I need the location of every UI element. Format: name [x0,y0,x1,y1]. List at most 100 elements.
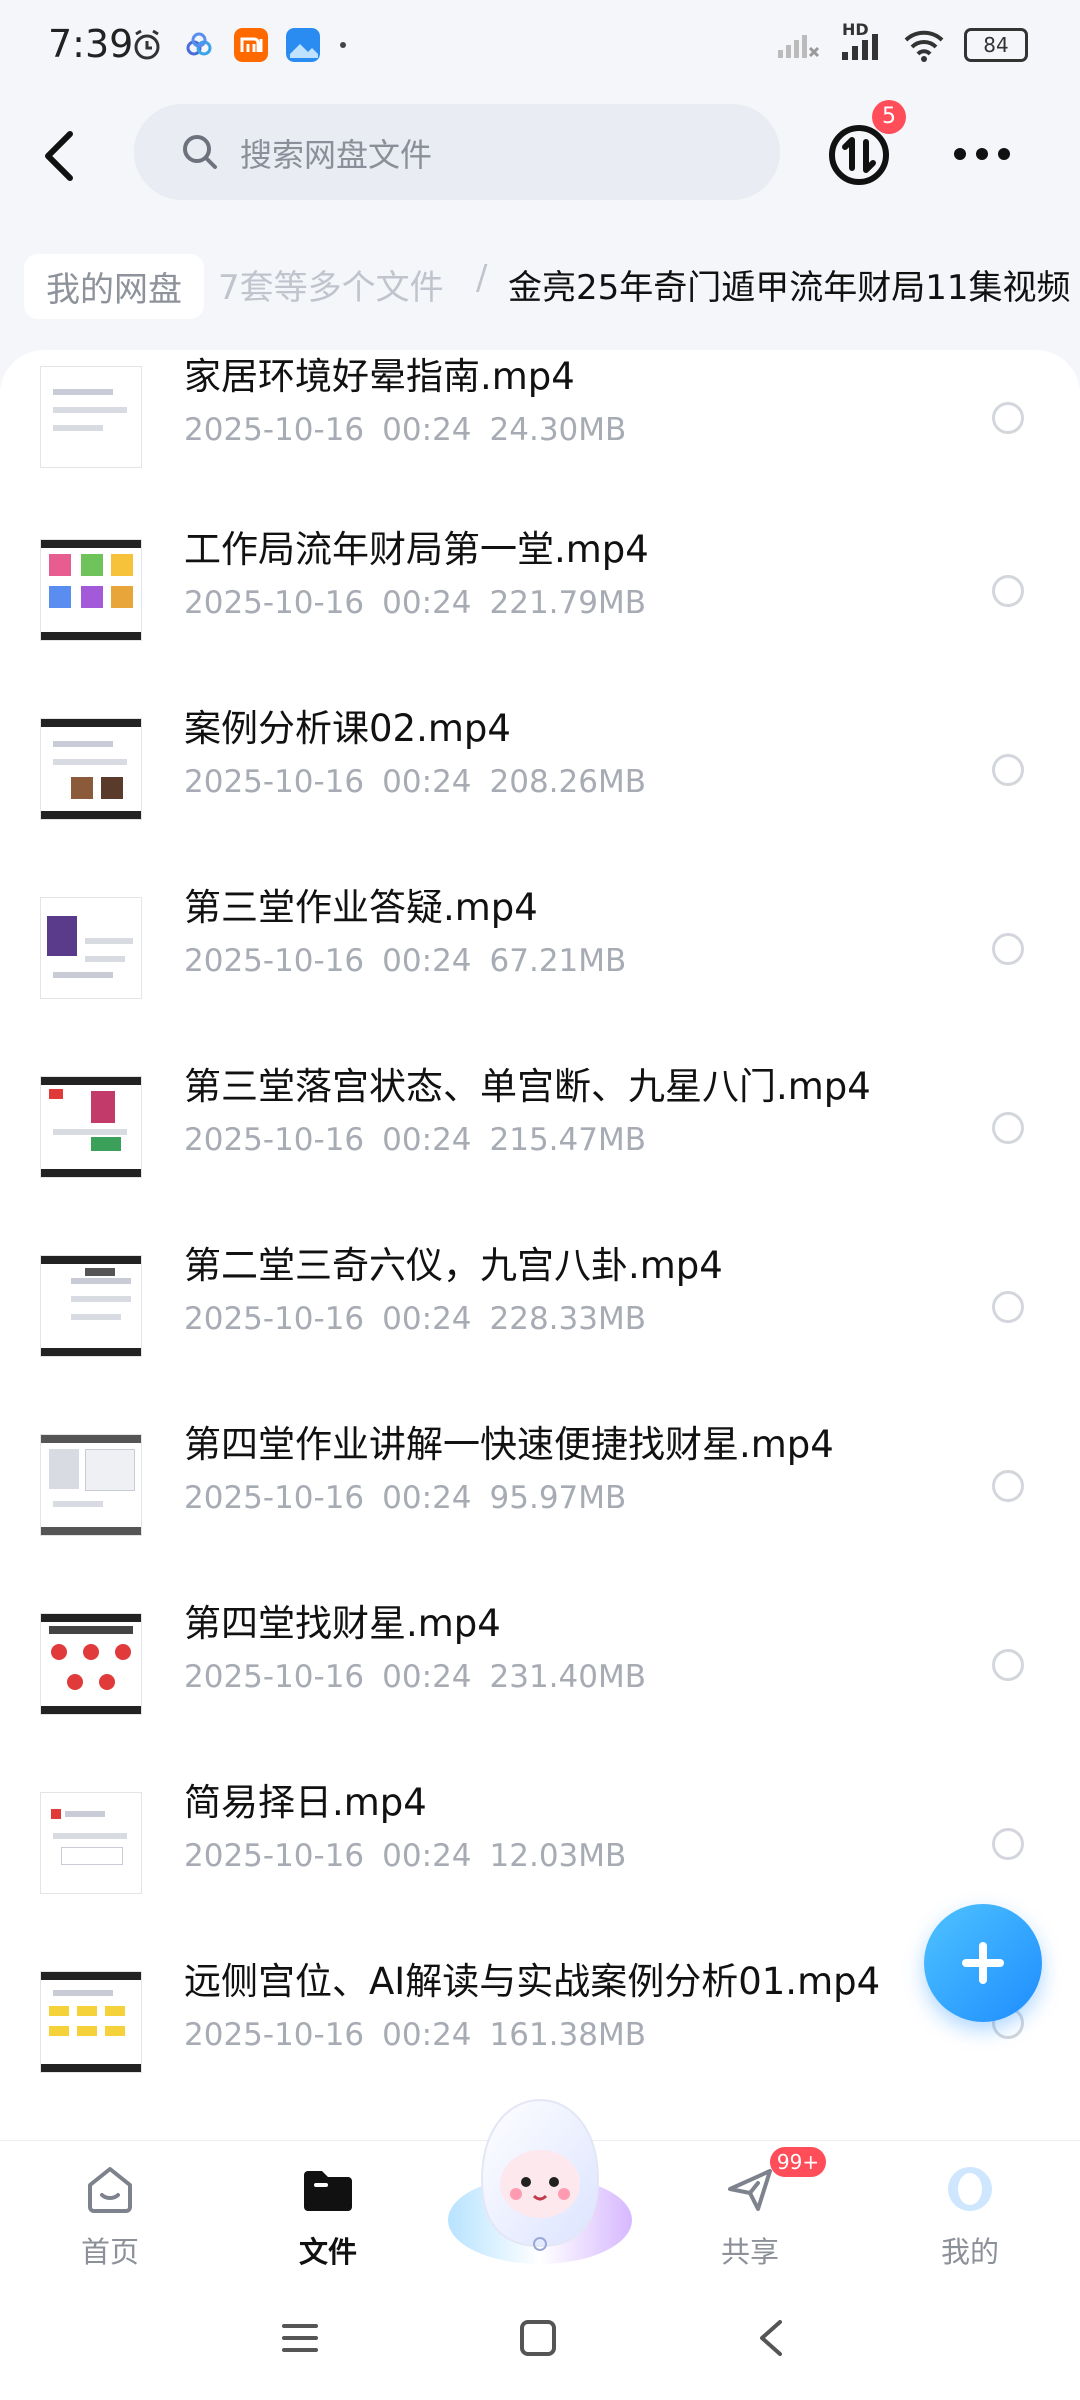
file-size: 67.21MB [489,943,627,979]
breadcrumb-root[interactable]: 我的网盘 [24,254,204,319]
nav-home-label: 首页 [80,2235,139,2269]
file-time: 00:24 [382,412,472,448]
nav-home[interactable]: 首页 [40,2153,180,2273]
file-time: 00:24 [382,1480,472,1516]
search-input[interactable]: 搜索网盘文件 [134,104,780,200]
file-row[interactable]: 第二堂三奇六仪，九宫八卦.mp4 2025-10-16 00:24 228.33MB [0,1215,1080,1394]
nav-mine[interactable]: 我的 [900,2153,1040,2273]
file-row[interactable]: 简易择日.mp4 2025-10-16 00:24 12.03MB [0,1752,1080,1931]
select-radio[interactable] [992,1828,1024,1860]
nav-files[interactable]: 文件 [258,2153,398,2273]
file-name: 简易择日.mp4 [184,1781,427,1824]
top-bar: 搜索网盘文件 5 [0,100,1080,210]
signal-muted-icon [778,35,820,58]
file-time: 00:24 [382,1122,472,1158]
file-meta: 2025-10-16 00:24 24.30MB [184,412,644,448]
file-row[interactable]: 案例分析课02.mp4 2025-10-16 00:24 208.26MB [0,678,1080,857]
file-row[interactable]: 第四堂作业讲解一快速便捷找财星.mp4 2025-10-16 00:24 95.97… [0,1394,1080,1573]
file-name: 第四堂作业讲解一快速便捷找财星.mp4 [184,1423,834,1466]
file-time: 00:24 [382,943,472,979]
file-thumbnail [40,1434,142,1536]
breadcrumb-separator: / [476,258,488,298]
transfer-list-button[interactable]: 5 [826,100,906,188]
file-meta: 2025-10-16 00:24 221.79MB [184,585,664,621]
file-thumbnail [40,366,142,468]
file-size: 231.40MB [489,1659,646,1695]
share-badge: 99+ [770,2147,826,2177]
file-name: 案例分析课02.mp4 [184,707,511,750]
file-meta: 2025-10-16 00:24 228.33MB [184,1301,664,1337]
status-left-icons [130,28,348,62]
breadcrumb: 7套等多个文件 我的网盘 / 金亮25年奇门遁甲流年财局11集视频 [0,240,1080,330]
select-radio[interactable] [992,933,1024,965]
file-meta: 2025-10-16 00:24 12.03MB [184,1838,644,1874]
nav-files-label: 文件 [298,2235,357,2269]
profile-icon [948,2167,992,2211]
nav-share[interactable]: 99+ 共享 [680,2147,826,2273]
breadcrumb-current: 金亮25年奇门遁甲流年财局11集视频 [508,268,1071,308]
cloud-app-icon [186,32,212,56]
nav-mine-label: 我的 [940,2235,999,2269]
select-radio[interactable] [992,754,1024,786]
file-meta: 2025-10-16 00:24 208.26MB [184,764,664,800]
add-button[interactable] [924,1904,1042,2022]
file-name: 远侧宫位、AI解读与实战案例分析01.mp4 [184,1960,881,2003]
file-date: 2025-10-16 [184,1838,365,1874]
file-thumbnail [40,1613,142,1715]
file-time: 00:24 [382,585,472,621]
file-meta: 2025-10-16 00:24 215.47MB [184,1122,664,1158]
select-radio[interactable] [992,1470,1024,1502]
file-size: 12.03MB [489,1838,627,1874]
select-radio[interactable] [992,1291,1024,1323]
select-radio[interactable] [992,402,1024,434]
file-meta: 2025-10-16 00:24 161.38MB [184,2017,664,2053]
file-thumbnail [40,1076,142,1178]
file-row[interactable]: 第四堂找财星.mp4 2025-10-16 00:24 231.40MB [0,1573,1080,1752]
back-triangle-icon[interactable] [752,2318,792,2358]
file-date: 2025-10-16 [184,1659,365,1695]
search-placeholder: 搜索网盘文件 [240,136,433,174]
select-radio[interactable] [992,1649,1024,1681]
file-row[interactable]: 第三堂作业答疑.mp4 2025-10-16 00:24 67.21MB [0,857,1080,1036]
file-row[interactable]: 第三堂落宫状态、单宫断、九星八门.mp4 2025-10-16 00:24 215.… [0,1036,1080,1215]
notification-dot-icon [340,42,346,48]
file-row[interactable]: 工作局流年财局第一堂.mp4 2025-10-16 00:24 221.79MB [0,499,1080,678]
file-thumbnail [40,1255,142,1357]
gallery-app-icon [286,28,320,62]
file-size: 208.26MB [489,764,646,800]
file-size: 215.47MB [489,1122,646,1158]
file-meta: 2025-10-16 00:24 95.97MB [184,1480,644,1516]
status-right-icons: HD 84 [776,20,1028,62]
file-thumbnail [40,1971,142,2073]
file-time: 00:24 [382,1301,472,1337]
home-icon [88,2167,132,2213]
file-thumbnail [40,718,142,820]
breadcrumb-middle[interactable]: 7套等多个文件 [218,260,444,309]
menu-icon[interactable] [280,2318,320,2358]
file-name: 第二堂三奇六仪，九宫八卦.mp4 [184,1244,723,1287]
file-date: 2025-10-16 [184,412,365,448]
file-meta: 2025-10-16 00:24 231.40MB [184,1659,664,1695]
more-icon[interactable] [950,144,1014,164]
signal-hd-icon: HD [838,20,884,62]
file-size: 221.79MB [489,585,646,621]
select-radio[interactable] [992,1112,1024,1144]
file-meta: 2025-10-16 00:24 67.21MB [184,943,644,979]
file-date: 2025-10-16 [184,1301,365,1337]
wifi-icon [904,30,944,62]
alarm-icon [134,29,160,60]
file-row[interactable]: 家居环境好晕指南.mp4 2025-10-16 00:24 24.30MB [0,350,1080,499]
ai-assistant-mascot-icon[interactable] [442,2080,638,2270]
file-thumbnail [40,539,142,641]
file-thumbnail [40,897,142,999]
file-name: 第三堂作业答疑.mp4 [184,886,538,929]
back-arrow-icon[interactable] [36,126,86,186]
file-list: 家居环境好晕指南.mp4 2025-10-16 00:24 24.30MB 工作局流… [0,350,1080,2140]
file-size: 24.30MB [489,412,627,448]
home-square-icon[interactable] [518,2318,558,2358]
file-size: 161.38MB [489,2017,646,2053]
select-radio[interactable] [992,575,1024,607]
folder-icon [304,2171,352,2211]
search-icon [183,135,217,169]
file-name: 第三堂落宫状态、单宫断、九星八门.mp4 [184,1065,871,1108]
